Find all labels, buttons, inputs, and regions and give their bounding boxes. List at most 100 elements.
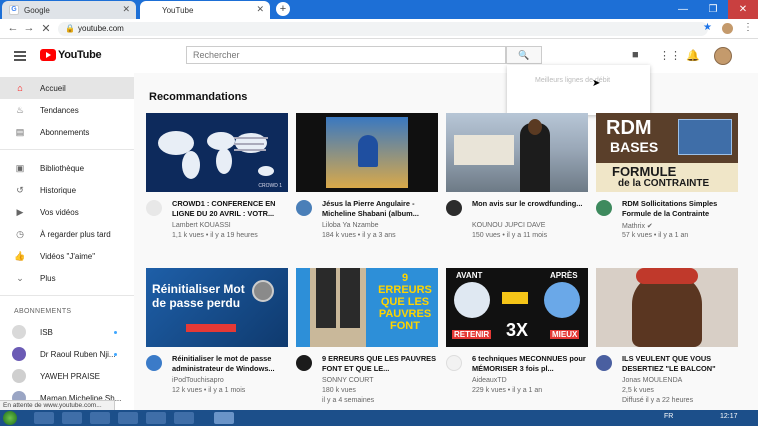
close-tab-icon[interactable]: ✕ bbox=[256, 4, 264, 15]
channel-avatar[interactable] bbox=[596, 200, 612, 216]
channel-name[interactable]: Mathrix ✔ bbox=[622, 222, 653, 230]
language-indicator[interactable]: FR bbox=[664, 413, 673, 420]
menu-kebab-icon[interactable]: ⋮ bbox=[743, 22, 753, 33]
channel-avatar[interactable] bbox=[296, 355, 312, 371]
video-card[interactable]: 9 ERREURS QUE LES PAUVRES FONT 9 ERREURS… bbox=[296, 268, 438, 404]
sidebar-item-trending[interactable]: ♨ Tendances bbox=[0, 99, 134, 121]
library-icon: ▣ bbox=[15, 162, 25, 173]
forward-icon[interactable]: → bbox=[22, 22, 36, 34]
maximize-button[interactable]: ❐ bbox=[698, 0, 728, 19]
taskbar-app-icon[interactable] bbox=[62, 412, 82, 424]
search-button[interactable]: 🔍 bbox=[506, 46, 542, 64]
sidebar-item-label: Accueil bbox=[40, 83, 66, 93]
channel-avatar[interactable] bbox=[446, 200, 462, 216]
sidebar-item-library[interactable]: ▣ Bibliothèque bbox=[0, 157, 134, 179]
video-title[interactable]: Jésus la Pierre Angulaire - Micheline Sh… bbox=[322, 199, 438, 218]
sidebar-item-label: Historique bbox=[40, 185, 77, 195]
apps-grid-icon[interactable]: ⋮⋮ bbox=[659, 49, 681, 62]
speaker-head bbox=[528, 119, 542, 135]
video-title[interactable]: Réinitialiser le mot de passe administra… bbox=[172, 354, 288, 373]
hamburger-menu-icon[interactable] bbox=[14, 51, 26, 61]
channel-avatar[interactable] bbox=[596, 355, 612, 371]
quality-dropdown[interactable]: Meilleurs lignes de débit bbox=[507, 65, 650, 115]
back-icon[interactable]: ← bbox=[6, 22, 20, 34]
taskbar-chrome-icon[interactable] bbox=[214, 412, 234, 424]
sidebar-item-history[interactable]: ↺ Historique bbox=[0, 179, 134, 201]
taskbar-app-icon[interactable] bbox=[90, 412, 110, 424]
thumbnail-text: RETENIR bbox=[452, 330, 492, 339]
video-thumbnail[interactable] bbox=[446, 113, 588, 192]
channel-avatar bbox=[12, 347, 26, 361]
browser-status-bar: En attente de www.youtube.com... bbox=[0, 400, 115, 410]
channel-avatar[interactable] bbox=[146, 200, 162, 216]
video-title[interactable]: Mon avis sur le crowdfunding... bbox=[472, 199, 588, 209]
bookmark-star-icon[interactable]: ★ bbox=[703, 22, 712, 33]
video-title[interactable]: 6 techniques MECONNUES pour MÉMORISER 3 … bbox=[472, 354, 588, 373]
taskbar-app-icon[interactable] bbox=[174, 412, 194, 424]
account-avatar[interactable] bbox=[714, 47, 732, 65]
video-card[interactable]: Jésus la Pierre Angulaire - Micheline Sh… bbox=[296, 113, 438, 239]
video-title[interactable]: CROWD1 : CONFERENCE EN LIGNE DU 20 AVRIL… bbox=[172, 199, 288, 218]
channel-name[interactable]: Lambert KOUASSI bbox=[172, 222, 231, 229]
tab-youtube[interactable]: YouTube ✕ bbox=[140, 1, 270, 19]
video-thumbnail[interactable]: Réinitialiser Mot de passe perdu bbox=[146, 268, 288, 347]
sidebar-item-liked-videos[interactable]: 👍 Vidéos "J'aime" bbox=[0, 245, 134, 267]
profile-avatar[interactable] bbox=[722, 23, 733, 34]
channel-avatar[interactable] bbox=[446, 355, 462, 371]
close-window-button[interactable]: ✕ bbox=[728, 0, 758, 19]
video-meta: 150 vues • il y a 11 mois bbox=[472, 232, 548, 239]
channel-avatar[interactable] bbox=[146, 355, 162, 371]
create-video-icon[interactable]: ■ bbox=[632, 49, 639, 61]
sidebar-item-watch-later[interactable]: ◷ À regarder plus tard bbox=[0, 223, 134, 245]
channel-avatar[interactable] bbox=[296, 200, 312, 216]
minimize-button[interactable]: — bbox=[668, 0, 698, 19]
youtube-logo[interactable]: YouTube bbox=[40, 49, 102, 61]
video-card[interactable]: RDM BASES FORMULE de la CONTRAINTE RDM S… bbox=[596, 113, 738, 239]
cap-image bbox=[636, 268, 698, 284]
taskbar-app-icon[interactable] bbox=[118, 412, 138, 424]
url-field[interactable]: 🔒 youtube.com bbox=[58, 22, 708, 36]
channel-name[interactable]: Jonas MOULENDA bbox=[622, 377, 682, 384]
taskbar-app-icon[interactable] bbox=[34, 412, 54, 424]
video-card[interactable]: Mon avis sur le crowdfunding... KOUNOU J… bbox=[446, 113, 588, 239]
sidebar-item-your-videos[interactable]: ▶ Vos vidéos bbox=[0, 201, 134, 223]
video-thumbnail[interactable]: RDM BASES FORMULE de la CONTRAINTE bbox=[596, 113, 738, 192]
video-card[interactable]: AVANT APRÈS RETENIR 3X MIEUX 6 technique… bbox=[446, 268, 588, 394]
channel-name[interactable]: AideauxTD bbox=[472, 377, 507, 384]
thumbnail-text: 3X bbox=[506, 320, 529, 340]
video-title[interactable]: ILS VEULENT QUE VOUS DESERTIEZ "LE BALCO… bbox=[622, 354, 738, 373]
system-clock[interactable]: 12:17 bbox=[720, 413, 738, 420]
video-card[interactable]: ILS VEULENT QUE VOUS DESERTIEZ "LE BALCO… bbox=[596, 268, 738, 404]
video-thumbnail[interactable] bbox=[596, 268, 738, 347]
video-meta: il y a 4 semaines bbox=[322, 397, 375, 404]
sidebar-item-label: Vidéos "J'aime" bbox=[40, 251, 96, 261]
stop-icon[interactable]: ✕ bbox=[39, 22, 53, 35]
video-thumbnail[interactable] bbox=[296, 113, 438, 192]
subscription-item[interactable]: ISB bbox=[0, 321, 134, 343]
video-card[interactable]: CROWD 1 CROWD1 : CONFERENCE EN LIGNE DU … bbox=[146, 113, 288, 239]
person-legs bbox=[316, 268, 336, 328]
notifications-bell-icon[interactable]: 🔔 bbox=[686, 49, 700, 62]
video-thumbnail[interactable]: 9 ERREURS QUE LES PAUVRES FONT bbox=[296, 268, 438, 347]
channel-name[interactable]: Liloba Ya Nzambe bbox=[322, 222, 379, 229]
video-thumbnail[interactable]: AVANT APRÈS RETENIR 3X MIEUX bbox=[446, 268, 588, 347]
video-card[interactable]: Réinitialiser Mot de passe perdu Réiniti… bbox=[146, 268, 288, 394]
channel-name[interactable]: KOUNOU JUPCI DAVE bbox=[472, 222, 545, 229]
close-tab-icon[interactable]: ✕ bbox=[122, 4, 130, 15]
subscription-item[interactable]: Dr Raoul Ruben Nji... bbox=[0, 343, 134, 365]
channel-name[interactable]: iPodTouchisapro bbox=[172, 377, 224, 384]
windows-start-icon[interactable] bbox=[3, 411, 17, 425]
taskbar-app-icon[interactable] bbox=[146, 412, 166, 424]
video-title[interactable]: RDM Sollicitations Simples Formule de la… bbox=[622, 199, 738, 218]
sidebar-item-subscriptions[interactable]: ▤ Abonnements bbox=[0, 121, 134, 143]
sidebar-item-more[interactable]: ⌄ Plus bbox=[0, 267, 134, 289]
tab-google[interactable]: G Google ✕ bbox=[2, 1, 136, 19]
subscription-label: Dr Raoul Ruben Nji... bbox=[40, 349, 116, 359]
new-tab-button[interactable]: + bbox=[276, 2, 290, 16]
video-title[interactable]: 9 ERREURS QUE LES PAUVRES FONT ET QUE LE… bbox=[322, 354, 438, 373]
channel-name[interactable]: SONNY COURT bbox=[322, 377, 373, 384]
subscription-item[interactable]: YAWEH PRAISE bbox=[0, 365, 134, 387]
video-thumbnail[interactable]: CROWD 1 bbox=[146, 113, 288, 192]
sidebar-item-home[interactable]: ⌂ Accueil bbox=[0, 77, 134, 99]
search-input[interactable]: Rechercher bbox=[186, 46, 506, 64]
